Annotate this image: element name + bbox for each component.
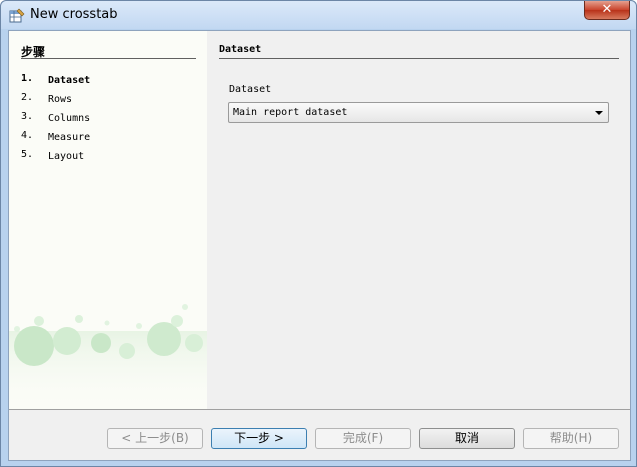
dataset-select-value: Main report dataset	[233, 107, 348, 118]
dataset-page: Dataset Dataset Main report dataset	[207, 31, 630, 409]
cancel-button[interactable]: 取消	[419, 428, 515, 449]
step-label: Layout	[48, 151, 85, 162]
crosstab-wizard-icon	[9, 8, 25, 23]
dialog-window: New crosstab ✕ 步骤 1. Dataset 2. Rows 3. …	[0, 0, 637, 467]
dataset-field-label: Dataset	[229, 84, 272, 95]
close-button[interactable]: ✕	[584, 1, 630, 20]
dataset-select[interactable]: Main report dataset	[228, 102, 609, 123]
step-label: Measure	[48, 132, 91, 143]
step-label: Rows	[48, 94, 73, 105]
bubbles-decoration	[9, 304, 207, 409]
title-divider	[219, 58, 619, 59]
back-button[interactable]: < 上一步(B)	[107, 428, 203, 449]
button-bar-divider	[9, 409, 630, 410]
window-title: New crosstab	[30, 7, 118, 22]
step-label: Dataset	[48, 75, 91, 86]
sidebar-divider	[21, 58, 196, 59]
steps-sidebar: 步骤 1. Dataset 2. Rows 3. Columns 4. Meas…	[9, 31, 207, 409]
step-number: 2.	[21, 92, 34, 103]
wizard-body: 步骤 1. Dataset 2. Rows 3. Columns 4. Meas…	[8, 30, 631, 461]
title-bar[interactable]: New crosstab ✕	[1, 1, 636, 29]
close-icon: ✕	[601, 2, 613, 17]
chevron-down-icon[interactable]	[595, 111, 603, 115]
page-title: Dataset	[219, 44, 262, 55]
finish-button[interactable]: 完成(F)	[315, 428, 411, 449]
step-label: Columns	[48, 113, 91, 124]
next-button[interactable]: 下一步 >	[211, 428, 307, 449]
help-button[interactable]: 帮助(H)	[523, 428, 619, 449]
step-number: 1.	[21, 73, 34, 84]
step-number: 5.	[21, 149, 34, 160]
step-number: 4.	[21, 130, 34, 141]
step-number: 3.	[21, 111, 34, 122]
